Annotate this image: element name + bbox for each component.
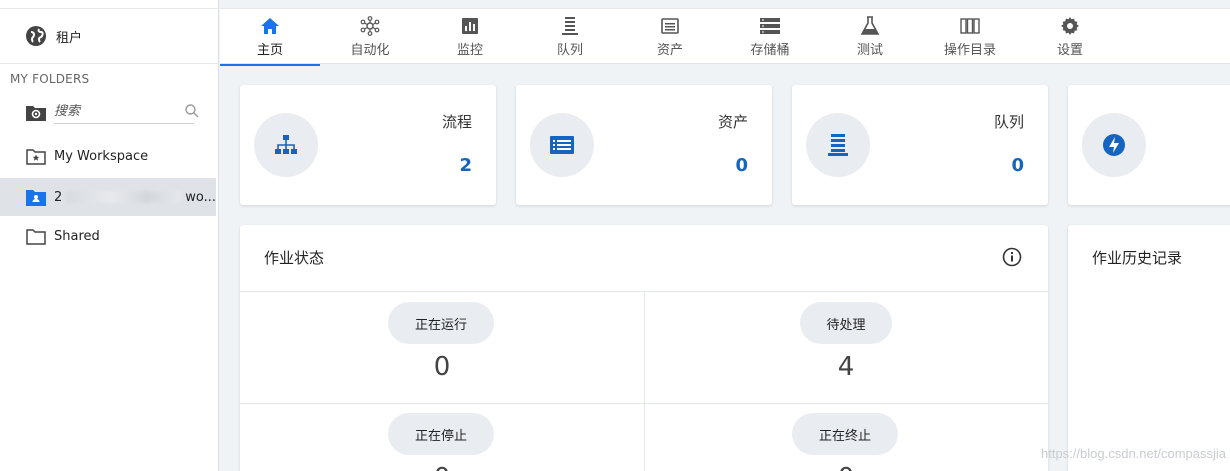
tenant-selector[interactable]: 租户	[0, 8, 219, 64]
info-icon[interactable]	[1002, 247, 1022, 267]
stat-value: 2	[459, 155, 472, 176]
job-state-terminating-count: 0	[796, 463, 896, 471]
tab-label: 资产	[656, 43, 683, 58]
folder-search-input[interactable]	[54, 100, 194, 124]
stat-value: 0	[735, 155, 748, 176]
folder-search	[26, 100, 206, 124]
tab-settings[interactable]: 设置	[1020, 9, 1120, 65]
stat-title: 队列	[993, 113, 1024, 131]
stat-title: 流程	[441, 113, 472, 131]
tab-storage-buckets[interactable]: 存储桶	[720, 9, 820, 65]
tab-home[interactable]: 主页	[220, 9, 320, 66]
tab-action-catalog[interactable]: 操作目录	[920, 9, 1020, 65]
job-state-stopping-button[interactable]: 正在停止	[388, 413, 494, 455]
folder-label-prefix: 2	[54, 189, 63, 205]
monitoring-icon	[459, 16, 481, 36]
job-state-running-button[interactable]: 正在运行	[388, 302, 494, 344]
job-history-card: 作业历史记录	[1068, 225, 1230, 471]
folder-icon	[26, 227, 46, 245]
redacted-text	[66, 191, 182, 203]
folder-item-selected[interactable]: 2 wo...	[0, 178, 216, 216]
job-history-title: 作业历史记录	[1092, 249, 1183, 267]
job-status-card: 作业状态 正在运行 0 待处理 4 正在停止 0 正在终止 0	[240, 225, 1048, 471]
stat-card-processes[interactable]: 流程 2	[240, 85, 496, 205]
flask-icon	[859, 16, 881, 36]
job-state-pending-button[interactable]: 待处理	[800, 302, 892, 344]
job-state-terminating-button[interactable]: 正在终止	[792, 413, 898, 455]
stat-card-queues[interactable]: 队列 0	[792, 85, 1048, 205]
folder-item-my-workspace[interactable]: My Workspace	[0, 137, 216, 175]
folder-item-shared[interactable]: Shared	[0, 217, 216, 255]
gear-icon	[1059, 16, 1081, 36]
tab-queues[interactable]: 队列	[520, 9, 620, 65]
stat-value: 0	[1011, 155, 1024, 176]
sidebar: 租户 MY FOLDERS My Workspace 2 wo... Share…	[0, 0, 219, 471]
queue-icon	[559, 16, 581, 36]
tab-label: 监控	[456, 43, 483, 58]
tab-label: 设置	[1056, 43, 1083, 58]
catalog-icon	[959, 16, 981, 36]
lightning-icon	[1082, 113, 1146, 177]
automation-icon	[359, 16, 381, 36]
stat-card-assets[interactable]: 资产 0	[516, 85, 772, 205]
stat-title: 资产	[717, 113, 748, 131]
tab-assets[interactable]: 资产	[620, 9, 720, 65]
tab-label: 自动化	[350, 43, 390, 58]
home-icon	[259, 16, 281, 36]
process-tree-icon	[254, 113, 318, 177]
storage-bucket-icon	[759, 16, 781, 36]
top-navigation: 主页 自动化 监控 队列 资产 存储桶 测试 操作目录 设置	[220, 8, 1230, 66]
watermark: https://blog.csdn.net/compassjia	[1041, 446, 1226, 461]
folders-section-title: MY FOLDERS	[10, 72, 90, 86]
divider	[644, 292, 645, 471]
folder-label-suffix: wo...	[185, 189, 216, 205]
tab-automation[interactable]: 自动化	[320, 9, 420, 65]
assets-list-icon	[530, 113, 594, 177]
star-folder-icon	[26, 147, 46, 165]
tab-label: 测试	[856, 43, 883, 58]
folder-label: Shared	[54, 228, 100, 244]
tab-testing[interactable]: 测试	[820, 9, 920, 65]
tab-label: 主页	[256, 43, 283, 58]
tenant-label: 租户	[56, 30, 83, 46]
queue-stack-icon	[806, 113, 870, 177]
job-status-title: 作业状态	[264, 249, 325, 267]
tab-label: 存储桶	[750, 43, 790, 58]
tab-label: 操作目录	[943, 43, 996, 58]
folder-search-icon	[26, 103, 46, 121]
job-state-pending-count: 4	[837, 352, 855, 382]
job-state-running-count: 0	[433, 352, 451, 382]
tab-label: 队列	[556, 43, 583, 58]
user-folder-icon	[26, 188, 46, 206]
globe-icon	[26, 26, 46, 46]
assets-icon	[659, 16, 681, 36]
folder-label: My Workspace	[54, 148, 149, 164]
tab-monitoring[interactable]: 监控	[420, 9, 520, 65]
search-icon[interactable]	[184, 103, 200, 119]
stat-card-triggers[interactable]	[1068, 85, 1230, 205]
job-state-stopping-count: 0	[392, 463, 492, 471]
